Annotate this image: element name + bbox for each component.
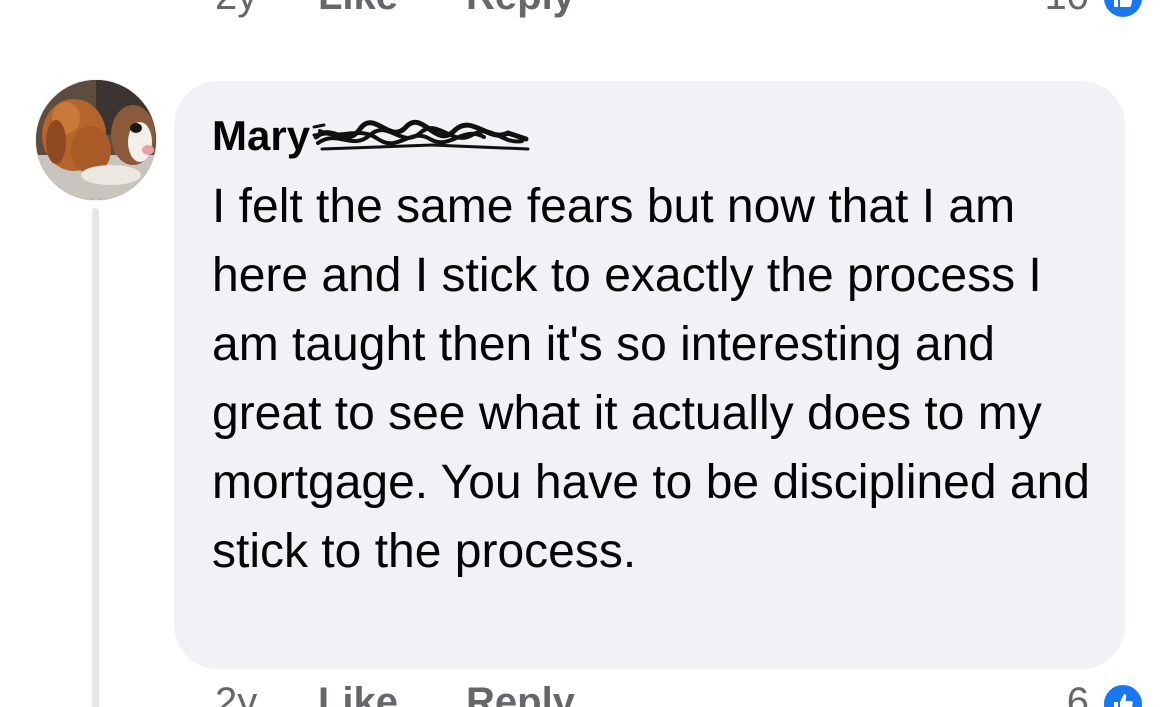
comment-body-text: I felt the same fears but now that I am … xyxy=(212,180,1090,578)
dogs-photo-icon xyxy=(36,80,156,200)
comment-thread: 2y Like Reply 10 Mary xyxy=(0,0,1169,707)
thread-connector-line xyxy=(92,208,99,707)
comment-reply-button[interactable]: Reply xyxy=(466,680,575,707)
previous-comment-reaction-count[interactable]: 10 xyxy=(1045,0,1090,19)
comment-reaction-count[interactable]: 6 xyxy=(1067,680,1089,707)
thumbs-up-icon[interactable] xyxy=(1101,682,1145,707)
previous-comment-like-button[interactable]: Like xyxy=(318,0,398,19)
comment-author-name[interactable]: Mary xyxy=(212,111,310,161)
comment-like-button[interactable]: Like xyxy=(318,680,398,707)
comment-actions: 2y Like Reply 6 xyxy=(0,680,1169,707)
redaction-scribble-icon xyxy=(312,119,530,151)
comment-time[interactable]: 2y xyxy=(215,680,257,707)
comment-bubble: Mary I felt the same fears but now that … xyxy=(174,81,1125,669)
previous-comment-reply-button[interactable]: Reply xyxy=(466,0,575,19)
comment-author-row: Mary xyxy=(212,111,532,161)
previous-comment-time[interactable]: 2y xyxy=(215,0,257,19)
previous-comment-actions: 2y Like Reply 10 xyxy=(0,0,1169,34)
avatar[interactable] xyxy=(36,80,156,200)
thumbs-up-icon[interactable] xyxy=(1101,0,1145,20)
